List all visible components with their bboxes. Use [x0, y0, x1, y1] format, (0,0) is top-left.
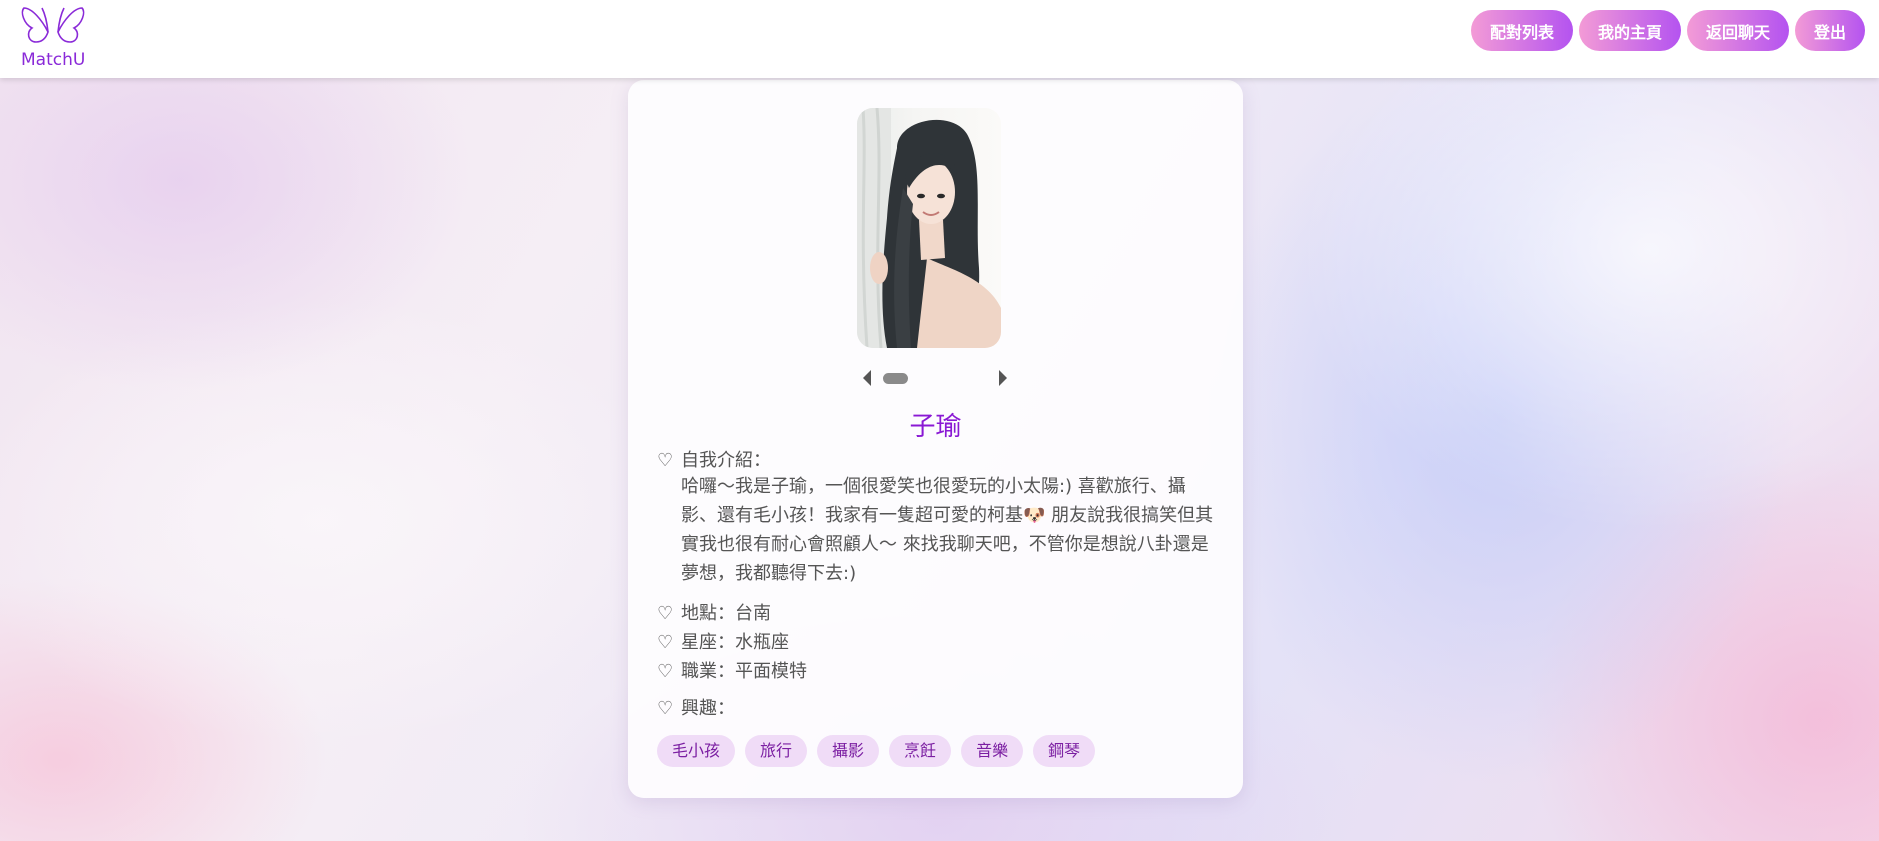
carousel-prev-button[interactable] — [863, 370, 871, 386]
intro-text: 哈囉～我是子瑜，一個很愛笑也很愛玩的小太陽:) 喜歡旅行、攝影、還有毛小孩！我家… — [681, 476, 1214, 584]
butterfly-logo-icon — [21, 7, 85, 43]
my-homepage-button[interactable]: 我的主頁 — [1578, 10, 1681, 51]
profile-photo-image — [857, 108, 1001, 348]
back-to-chat-button[interactable]: 返回聊天 — [1686, 10, 1789, 51]
carousel-next-button[interactable] — [999, 370, 1007, 386]
interest-tag: 音樂 — [961, 735, 1024, 767]
details-section: ♡ 地點： 台南 ♡ 星座： 水瓶座 ♡ 職業： 平面模特 — [657, 599, 807, 686]
intro-section: ♡ 自我介紹： — [657, 446, 771, 475]
interest-tags: 毛小孩 旅行 攝影 烹飪 音樂 鋼琴 — [657, 735, 1096, 767]
zodiac-value: 水瓶座 — [735, 632, 789, 653]
carousel-indicator-dot[interactable] — [883, 373, 908, 384]
logo[interactable]: MatchU — [14, 2, 94, 72]
intro-label: 自我介紹： — [681, 450, 771, 471]
location-label: 地點： — [681, 603, 735, 624]
job-value: 平面模特 — [735, 661, 807, 682]
zodiac-label: 星座： — [681, 632, 735, 653]
interest-tag: 毛小孩 — [657, 735, 736, 767]
interest-tag: 鋼琴 — [1033, 735, 1096, 767]
interests-section: ♡ 興趣： — [657, 694, 735, 723]
heart-icon: ♡ — [657, 603, 674, 624]
profile-name: 子瑜 — [909, 412, 962, 442]
interest-tag: 烹飪 — [889, 735, 952, 767]
interests-label: 興趣： — [681, 698, 735, 719]
profile-card: 子瑜 ♡ 自我介紹： 哈囉～我是子瑜，一個很愛笑也很愛玩的小太陽:) 喜歡旅行、… — [628, 80, 1243, 798]
nav-buttons: 配對列表 我的主頁 返回聊天 登出 — [1470, 10, 1865, 51]
logout-button[interactable]: 登出 — [1794, 10, 1865, 51]
match-list-button[interactable]: 配對列表 — [1470, 10, 1573, 51]
profile-photo — [857, 108, 1001, 348]
location-row: ♡ 地點： 台南 — [657, 599, 807, 628]
heart-icon: ♡ — [657, 661, 674, 682]
heart-icon: ♡ — [657, 698, 674, 719]
heart-icon: ♡ — [657, 632, 674, 653]
interest-tag: 攝影 — [817, 735, 880, 767]
job-label: 職業： — [681, 661, 735, 682]
logo-text: MatchU — [21, 50, 86, 70]
top-navbar: MatchU 配對列表 我的主頁 返回聊天 登出 — [0, 0, 1879, 78]
zodiac-row: ♡ 星座： 水瓶座 — [657, 628, 807, 657]
heart-icon: ♡ — [657, 450, 674, 471]
job-row: ♡ 職業： 平面模特 — [657, 657, 807, 686]
location-value: 台南 — [735, 603, 771, 624]
interest-tag: 旅行 — [745, 735, 808, 767]
